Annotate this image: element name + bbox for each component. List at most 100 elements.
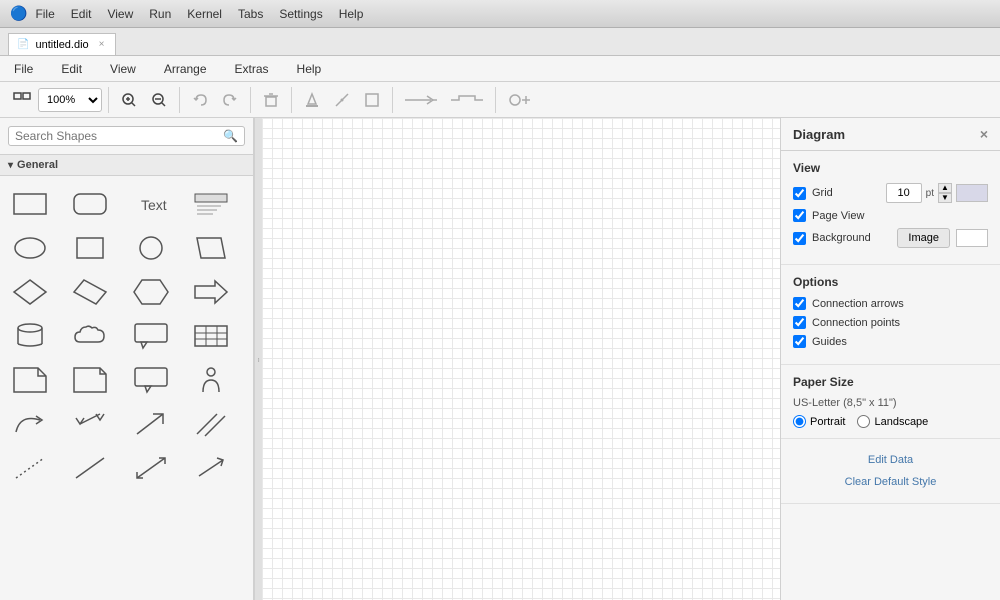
pageview-checkbox[interactable]	[793, 209, 806, 222]
view-mode-button[interactable]	[8, 87, 36, 113]
line-color-button[interactable]	[328, 87, 356, 113]
app-menu-help[interactable]: Help	[291, 60, 328, 78]
shape-text[interactable]: Text	[129, 184, 173, 224]
search-input[interactable]	[15, 129, 223, 143]
os-menu-tabs[interactable]: Tabs	[238, 7, 263, 21]
connection-arrows-checkbox[interactable]	[793, 297, 806, 310]
shape-bidirectional-line[interactable]	[129, 448, 173, 488]
os-icon: 🔵	[10, 5, 27, 22]
guides-checkbox[interactable]	[793, 335, 806, 348]
shape-document[interactable]	[68, 360, 112, 400]
shape-parallelogram[interactable]	[189, 228, 233, 268]
panel-connection-arrows-row: Connection arrows	[793, 297, 988, 310]
main-content: 🔍 ▾ General	[0, 118, 1000, 600]
grid-decrement-button[interactable]: ▼	[938, 193, 952, 203]
os-menu-settings[interactable]: Settings	[279, 7, 322, 21]
shape-square[interactable]	[68, 228, 112, 268]
grid-unit: pt	[926, 188, 934, 199]
panel-view-title: View	[793, 161, 988, 175]
app-menu-edit[interactable]: Edit	[55, 60, 88, 78]
tab-untitled[interactable]: 📄 untitled.dio ×	[8, 33, 116, 55]
connection-style-button[interactable]	[399, 87, 443, 113]
connection-arrows-label: Connection arrows	[812, 298, 988, 310]
search-bar: 🔍	[0, 118, 253, 155]
panel-title: Diagram	[793, 127, 845, 142]
os-menu-file[interactable]: File	[35, 7, 54, 21]
shape-hexagon[interactable]	[129, 272, 173, 312]
os-menu-edit[interactable]: Edit	[71, 7, 92, 21]
shape-dotted-line[interactable]	[8, 448, 52, 488]
shape-double-arrow[interactable]	[68, 404, 112, 444]
shape-rhombus[interactable]	[68, 272, 112, 312]
canvas-area[interactable]: ↖	[262, 118, 780, 600]
section-header-general[interactable]: ▾ General	[0, 155, 253, 176]
background-color-swatch[interactable]	[956, 229, 988, 247]
add-shape-button[interactable]	[502, 87, 538, 113]
zoom-select[interactable]: 100%	[38, 88, 102, 112]
shape-chat-bubble[interactable]	[129, 360, 173, 400]
app-menu-extras[interactable]: Extras	[229, 60, 275, 78]
sidebar-resize-handle[interactable]: ···	[254, 118, 262, 600]
os-menu: File Edit View Run Kernel Tabs Settings …	[35, 7, 363, 21]
grid-increment-button[interactable]: ▲	[938, 183, 952, 193]
toolbar-history-group	[186, 87, 251, 113]
os-menu-run[interactable]: Run	[149, 7, 171, 21]
zoom-in-button[interactable]	[115, 87, 143, 113]
shape-rounded-rectangle[interactable]	[68, 184, 112, 224]
portrait-label[interactable]: Portrait	[793, 415, 845, 428]
shape-ellipse[interactable]	[8, 228, 52, 268]
shape-rectangle[interactable]	[8, 184, 52, 224]
landscape-radio[interactable]	[857, 415, 870, 428]
shape-style-button[interactable]	[358, 87, 386, 113]
shape-circle[interactable]	[129, 228, 173, 268]
redo-button[interactable]	[216, 87, 244, 113]
guides-label: Guides	[812, 336, 988, 348]
os-menu-help[interactable]: Help	[339, 7, 364, 21]
shape-arrow-diagonal[interactable]	[189, 448, 233, 488]
grid-color-swatch[interactable]	[956, 184, 988, 202]
shape-arrow-right[interactable]	[189, 272, 233, 312]
shape-arrow-upright[interactable]	[129, 404, 173, 444]
grid-value-row: pt ▲ ▼	[886, 183, 988, 203]
panel-section-actions: Edit Data Clear Default Style	[781, 439, 1000, 504]
landscape-label[interactable]: Landscape	[857, 415, 928, 428]
shape-diagonal-lines[interactable]	[189, 404, 233, 444]
grid-checkbox[interactable]	[793, 187, 806, 200]
fill-color-button[interactable]	[298, 87, 326, 113]
app-window: 📄 untitled.dio × File Edit View Arrange …	[0, 28, 1000, 600]
shape-diamond[interactable]	[8, 272, 52, 312]
canvas-grid	[262, 118, 780, 600]
tab-close-button[interactable]: ×	[99, 39, 105, 50]
undo-button[interactable]	[186, 87, 214, 113]
shape-note[interactable]	[8, 360, 52, 400]
shape-line[interactable]	[68, 448, 112, 488]
search-input-wrapper: 🔍	[8, 126, 245, 146]
portrait-radio[interactable]	[793, 415, 806, 428]
shape-cylinder[interactable]	[8, 316, 52, 356]
portrait-text: Portrait	[810, 416, 845, 428]
background-checkbox[interactable]	[793, 232, 806, 245]
background-image-button[interactable]: Image	[897, 228, 950, 248]
shape-person[interactable]	[189, 360, 233, 400]
zoom-out-button[interactable]	[145, 87, 173, 113]
edit-data-link[interactable]: Edit Data	[793, 449, 988, 471]
shape-heading[interactable]	[189, 184, 233, 224]
panel-section-papersize: Paper Size US-Letter (8,5" x 11") Portra…	[781, 365, 1000, 439]
os-menu-view[interactable]: View	[107, 7, 133, 21]
app-menu-file[interactable]: File	[8, 60, 39, 78]
tab-title: untitled.dio	[35, 39, 88, 51]
app-menu-arrange[interactable]: Arrange	[158, 60, 213, 78]
clear-default-style-link[interactable]: Clear Default Style	[793, 471, 988, 493]
delete-button[interactable]	[257, 87, 285, 113]
waypoint-style-button[interactable]	[445, 87, 489, 113]
panel-close-button[interactable]: ×	[980, 126, 988, 142]
os-menu-kernel[interactable]: Kernel	[187, 7, 222, 21]
shape-cloud[interactable]	[68, 316, 112, 356]
shape-table[interactable]	[189, 316, 233, 356]
shape-callout[interactable]	[129, 316, 173, 356]
landscape-text: Landscape	[874, 416, 928, 428]
app-menu-view[interactable]: View	[104, 60, 142, 78]
grid-value-input[interactable]	[886, 183, 922, 203]
shape-curved-arrow[interactable]	[8, 404, 52, 444]
connection-points-checkbox[interactable]	[793, 316, 806, 329]
